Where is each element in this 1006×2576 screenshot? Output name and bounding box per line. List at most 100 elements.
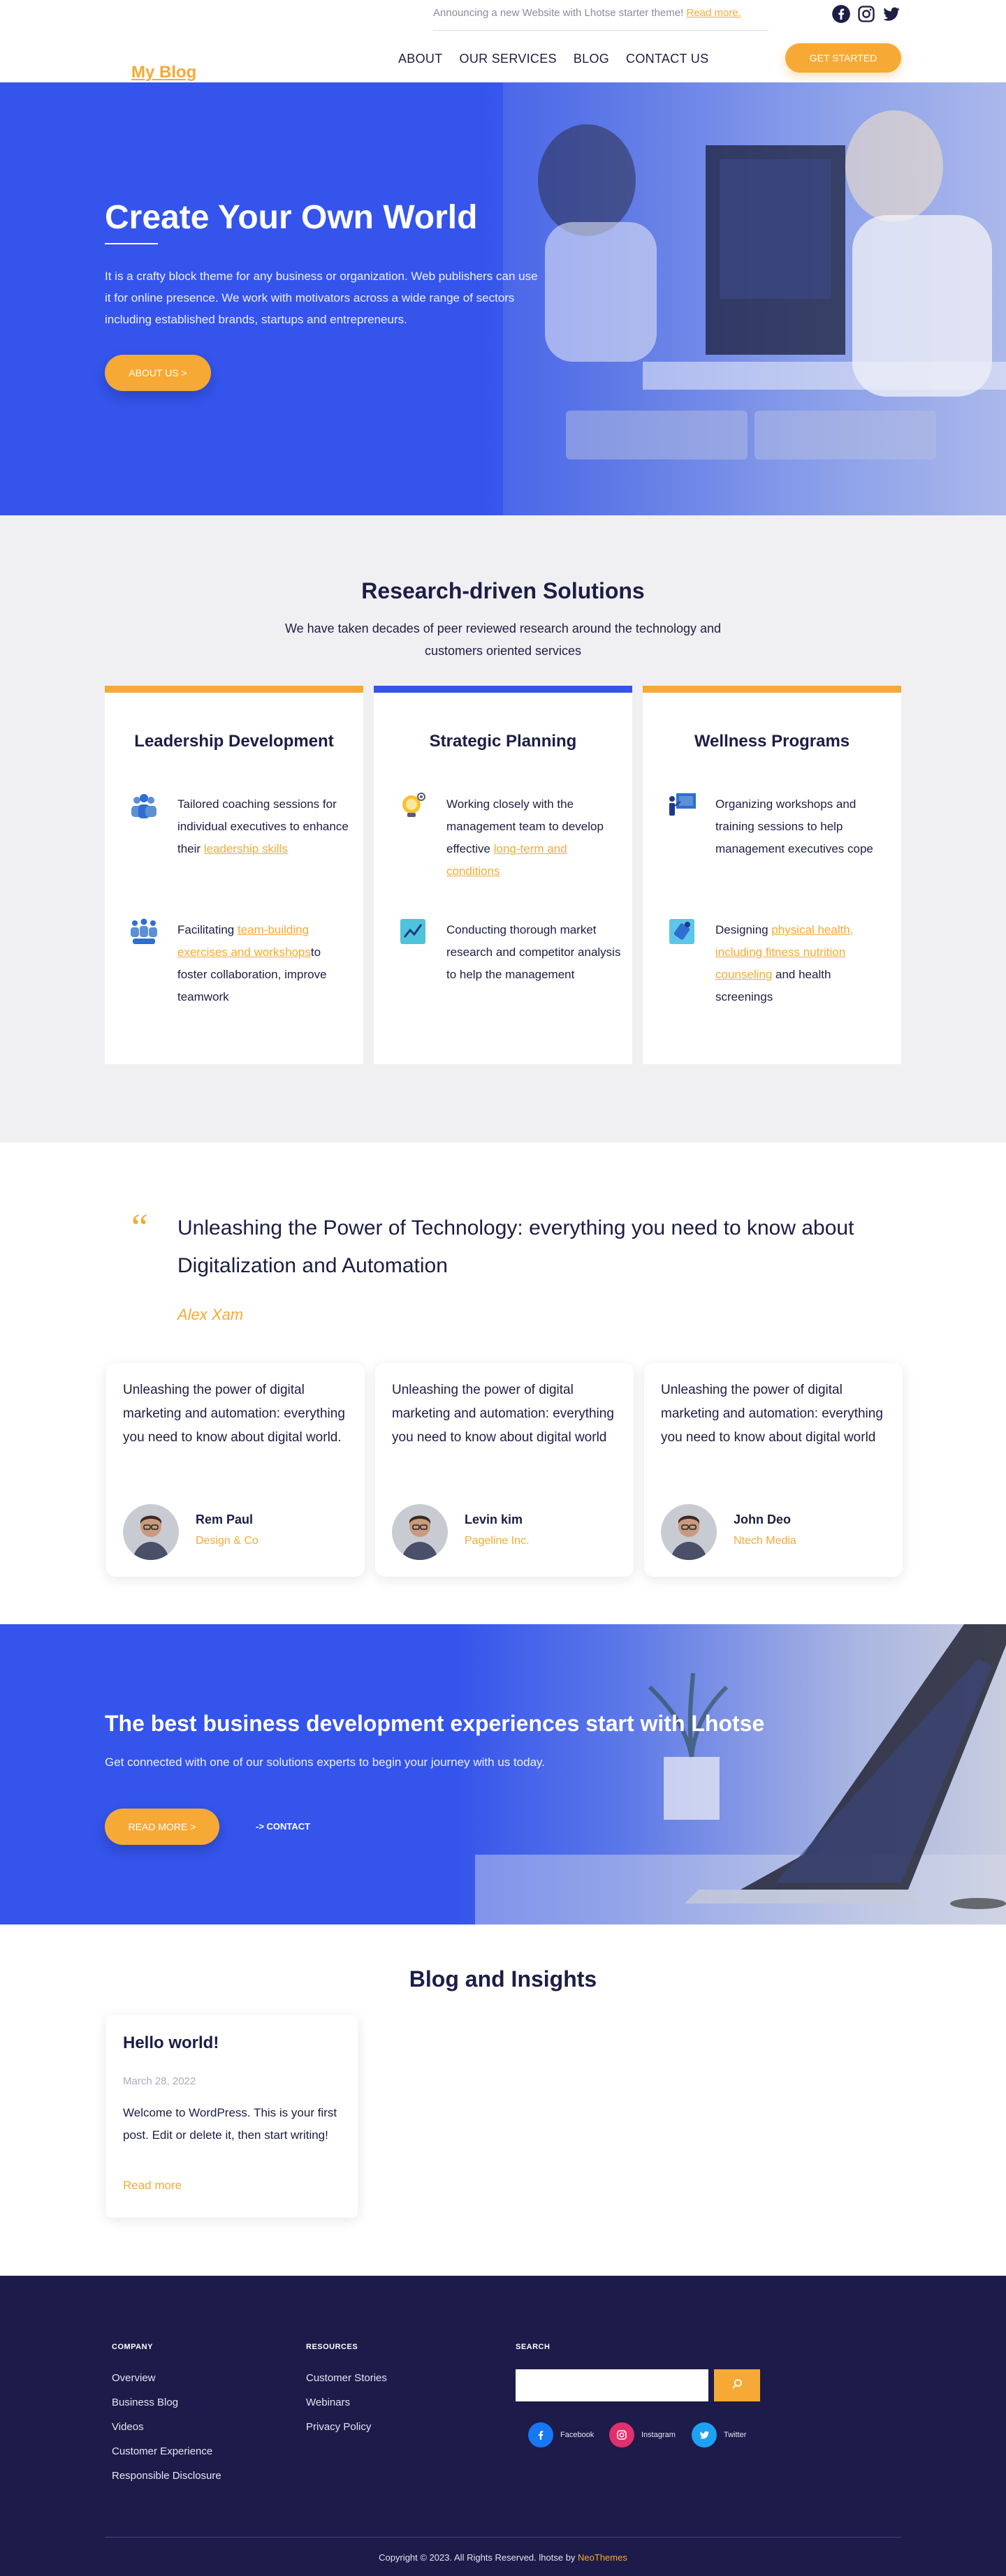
feature-item: Facilitating team-building exercises and… [129,916,352,1008]
get-started-button[interactable]: GET STARTED [785,43,901,73]
feature-item: Working closely with the management team… [398,793,621,883]
card-title: Wellness Programs [694,732,850,751]
featured-quote: Unleashing the Power of Technology: ever… [177,1216,854,1277]
team-icon [129,790,159,821]
main-nav: ABOUT OUR SERVICES BLOG CONTACT US [398,52,725,66]
chart-icon [398,916,428,947]
theme-credit-link[interactable]: NeoThemes [578,2552,627,2563]
quote-icon: “ [131,1206,148,1248]
facebook-icon [528,2422,553,2448]
hero-divider [105,243,158,244]
feature-text: Conducting thorough market research and … [446,923,621,981]
feature-text: Working closely with the management team… [446,797,604,878]
testimonial-name: John Deo [734,1513,792,1526]
testimonial-card: Unleashing the power of digital marketin… [644,1363,903,1577]
announcement-link[interactable]: Read more. [686,7,741,19]
hero-office-image [503,82,1006,515]
footer-link[interactable]: Business Blog [112,2397,221,2408]
post-title[interactable]: Hello world! [123,2033,219,2052]
feature-text: Designing physical health, including fit… [715,923,854,1003]
card-title: Leadership Development [134,732,334,751]
nav-services[interactable]: OUR SERVICES [460,52,557,66]
solutions-subtitle: We have taken decades of peer reviewed r… [284,621,722,658]
testimonial-text: Unleashing the power of digital marketin… [123,1383,345,1445]
presentation-icon [666,790,697,821]
testimonial-card: Unleashing the power of digital marketin… [375,1363,634,1577]
lightbulb-icon [398,790,428,821]
testimonials-section: “ Unleashing the Power of Technology: ev… [0,1142,1006,1624]
footer-link[interactable]: Customer Stories [306,2372,387,2384]
search-button[interactable] [714,2369,760,2401]
announcement-bar: Announcing a new Website with Lhotse sta… [433,6,768,31]
about-us-button[interactable]: ABOUT US > [105,355,211,391]
cta-title: The best business development experience… [105,1711,765,1736]
facebook-icon[interactable] [831,4,851,24]
instagram-icon[interactable] [856,4,876,24]
laptop-image [475,1624,1006,1924]
hero-section: Create Your Own World It is a crafty blo… [0,82,1006,515]
cta-text: Get connected with one of our solutions … [105,1756,545,1769]
feature-text: Organizing workshops and training sessio… [715,797,873,855]
footer-link[interactable]: Customer Experience [112,2445,221,2457]
footer-social-instagram[interactable]: Instagram [609,2422,676,2448]
feature-link[interactable]: leadership skills [204,842,288,855]
nav-about[interactable]: ABOUT [398,52,443,66]
feature-item: Tailored coaching sessions for individua… [129,793,352,860]
footer-link[interactable]: Privacy Policy [306,2421,387,2433]
footer-heading: SEARCH [516,2343,551,2351]
blog-section: Blog and Insights Hello world! March 28,… [0,1924,1006,2276]
read-more-button[interactable]: READ MORE > [105,1809,219,1845]
footer-search: SEARCH [516,2343,550,2372]
avatar [123,1504,179,1560]
cta-section: The best business development experience… [0,1624,1006,1924]
footer-link[interactable]: Responsible Disclosure [112,2470,221,2482]
blog-title: Blog and Insights [409,1966,597,1992]
testimonial-text: Unleashing the power of digital marketin… [661,1383,883,1445]
site-header: Announcing a new Website with Lhotse sta… [0,0,1006,82]
contact-link[interactable]: -> CONTACT [256,1821,310,1832]
testimonial-name: Rem Paul [196,1513,254,1526]
health-icon [666,916,697,947]
site-logo[interactable]: My Blog [131,63,196,82]
post-read-more[interactable]: Read more [123,2179,182,2193]
search-icon [731,2378,743,2394]
search-input[interactable] [516,2369,708,2401]
testimonial-company: Design & Co [196,1535,258,1547]
twitter-icon[interactable] [882,4,901,24]
testimonial-company: Pageline Inc. [465,1535,530,1547]
footer-link[interactable]: Videos [112,2421,221,2433]
group-icon [129,916,159,947]
testimonial-company: Ntech Media [734,1535,796,1547]
post-excerpt: Welcome to WordPress. This is your first… [123,2106,337,2142]
header-socials [831,4,901,24]
hero-text: It is a crafty block theme for any busin… [105,270,538,326]
footer-link[interactable]: Overview [112,2372,221,2384]
post-date: March 28, 2022 [123,2075,196,2087]
feature-text: Tailored coaching sessions for individua… [177,797,349,855]
copyright: Copyright © 2023. All Rights Reserved. l… [379,2552,627,2563]
social-label: Instagram [641,2431,676,2439]
announcement-text: Announcing a new Website with Lhotse sta… [433,7,687,19]
testimonial-name: Levin kim [465,1513,523,1526]
feature-text: Facilitating team-building exercises and… [177,923,327,1003]
footer-company: COMPANY Overview Business Blog Videos Cu… [112,2343,221,2494]
footer-link[interactable]: Webinars [306,2397,387,2408]
blog-post-card: Hello world! March 28, 2022 Welcome to W… [106,2015,358,2218]
solution-card-wellness: Wellness Programs Organizing workshops a… [643,686,901,1064]
instagram-icon [609,2422,634,2448]
feature-item: Designing physical health, including fit… [666,919,890,1008]
footer-divider [105,2537,901,2538]
site-footer: COMPANY Overview Business Blog Videos Cu… [0,2276,1006,2576]
footer-resources: RESOURCES Customer Stories Webinars Priv… [306,2343,387,2445]
nav-blog[interactable]: BLOG [574,52,609,66]
nav-contact[interactable]: CONTACT US [626,52,708,66]
testimonial-text: Unleashing the power of digital marketin… [392,1383,614,1445]
twitter-icon [692,2422,717,2448]
footer-social-twitter[interactable]: Twitter [692,2422,746,2448]
quote-author: Alex Xam [177,1306,244,1323]
card-title: Strategic Planning [429,732,577,751]
avatar [661,1504,717,1560]
solution-card-leadership: Leadership Development Tailored coaching… [105,686,363,1064]
footer-social-facebook[interactable]: Facebook [528,2422,594,2448]
solutions-title: Research-driven Solutions [361,578,645,603]
